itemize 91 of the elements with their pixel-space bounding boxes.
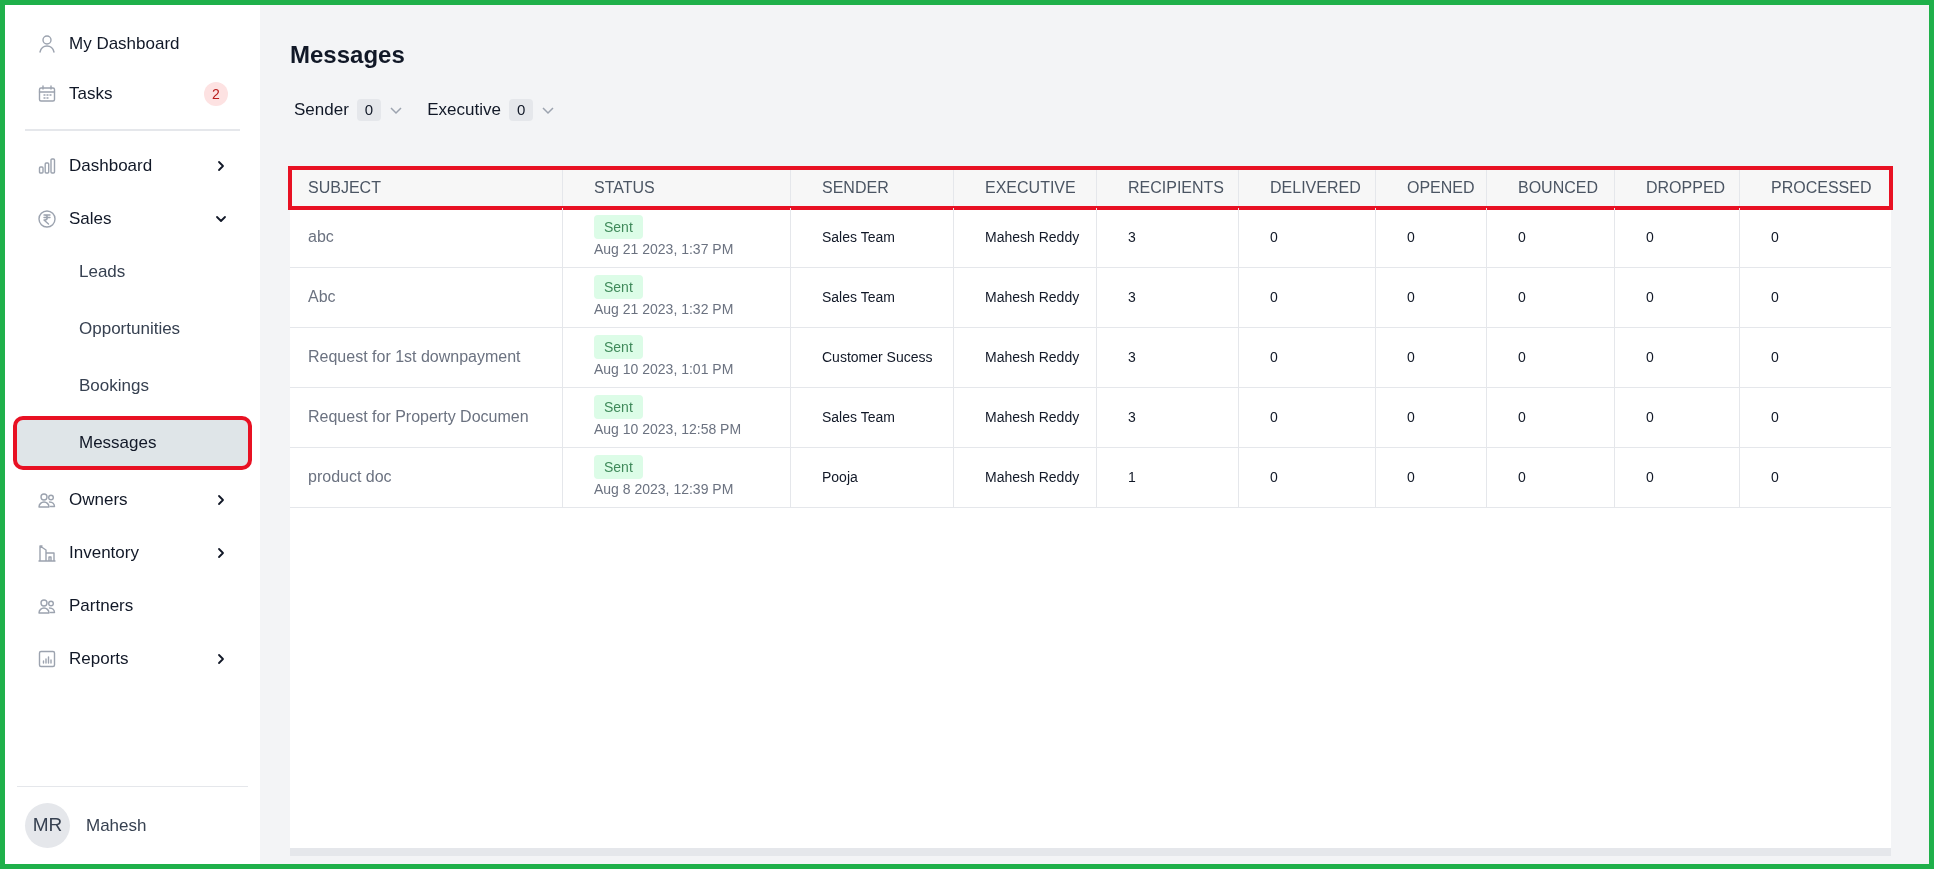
- sent-time: Aug 10 2023, 1:01 PM: [594, 359, 734, 379]
- table-cell-text: 0: [1770, 407, 1780, 427]
- table-cell: 0: [1615, 387, 1740, 447]
- bar-chart-icon: [37, 156, 57, 176]
- column-header: DELIVERED: [1239, 167, 1376, 208]
- table-cell: 3: [1097, 387, 1239, 447]
- column-header: SENDER: [791, 167, 954, 208]
- table-cell: 0: [1239, 207, 1376, 267]
- subject-cell: Abc: [290, 267, 563, 327]
- table-cell: Mahesh Reddy: [954, 267, 1097, 327]
- table-cell: Sales Team: [791, 387, 954, 447]
- table-cell: Mahesh Reddy: [954, 327, 1097, 387]
- sidebar-item[interactable]: Reports: [25, 640, 240, 678]
- table-cell: 3: [1097, 267, 1239, 327]
- sidebar-item[interactable]: Dashboard: [25, 147, 240, 185]
- column-header: EXECUTIVE: [954, 167, 1097, 208]
- table-cell: 0: [1615, 447, 1740, 507]
- column-header: OPENED: [1376, 167, 1487, 208]
- table-cell: 0: [1615, 267, 1740, 327]
- table-cell: Customer Sucess: [791, 327, 954, 387]
- table-cell: Mahesh Reddy: [954, 387, 1097, 447]
- table-cell: Sales Team: [791, 207, 954, 267]
- table-cell: 0: [1487, 387, 1615, 447]
- table-cell: 0: [1615, 327, 1740, 387]
- table-cell: 0: [1376, 447, 1487, 507]
- count-badge: 2: [204, 82, 228, 106]
- table-cell: 0: [1376, 267, 1487, 327]
- table-cell: 0: [1239, 327, 1376, 387]
- table-cell: 3: [1097, 207, 1239, 267]
- subject-cell: product doc: [290, 447, 563, 507]
- column-header: PROCESSED: [1770, 177, 1873, 198]
- sent-time: Aug 21 2023, 1:32 PM: [594, 299, 734, 319]
- sent-time: Aug 8 2023, 12:39 PM: [594, 479, 734, 499]
- column-header: DROPPED: [1615, 167, 1740, 208]
- column-header: BOUNCED: [1487, 167, 1615, 208]
- filter-dropdown[interactable]: Sender 0: [294, 97, 404, 123]
- sent-time: Aug 10 2023, 12:58 PM: [594, 419, 742, 439]
- table-cell: Mahesh Reddy: [954, 447, 1097, 507]
- sidebar-subitem[interactable]: Opportunities: [17, 306, 248, 352]
- table-cell: 3: [1097, 327, 1239, 387]
- table-cell: 0: [1239, 447, 1376, 507]
- page-title: Messages: [290, 40, 406, 70]
- table-cell: 0: [1239, 267, 1376, 327]
- table-cell-text: 0: [1770, 227, 1780, 247]
- table-cell: 0: [1376, 207, 1487, 267]
- status-badge: Sent: [594, 274, 643, 299]
- column-header: RECIPIENTS: [1097, 167, 1239, 208]
- filter-dropdown[interactable]: Executive 0: [427, 97, 556, 123]
- sidebar-item[interactable]: Owners: [25, 481, 240, 519]
- table-cell: Sales Team: [791, 267, 954, 327]
- people-icon: [37, 596, 57, 616]
- subject-cell: abc: [290, 207, 563, 267]
- table-cell-text: 0: [1770, 347, 1780, 367]
- table-cell: Pooja: [791, 447, 954, 507]
- user-avatar[interactable]: MR: [25, 803, 70, 848]
- sidebar-item[interactable]: Tasks 2: [25, 75, 240, 113]
- user-name: Mahesh: [86, 814, 147, 837]
- table-cell: 0: [1615, 207, 1740, 267]
- person-icon: [37, 34, 57, 54]
- subject-cell: Request for 1st downpayment: [290, 327, 563, 387]
- table-cell: 0: [1376, 327, 1487, 387]
- column-header: STATUS: [563, 167, 791, 208]
- sidebar-item[interactable]: Inventory: [25, 534, 240, 572]
- sidebar-subitem[interactable]: Bookings: [17, 363, 248, 409]
- sidebar-item[interactable]: Sales: [25, 200, 240, 238]
- table-cell: 1: [1097, 447, 1239, 507]
- table-cell: 0: [1376, 387, 1487, 447]
- calendar-icon: [37, 84, 57, 104]
- status-badge: Sent: [594, 214, 643, 239]
- table-cell: Mahesh Reddy: [954, 207, 1097, 267]
- report-chart-icon: [37, 649, 57, 669]
- table-cell: 0: [1487, 267, 1615, 327]
- status-badge: Sent: [594, 394, 643, 419]
- table-cell: 0: [1487, 447, 1615, 507]
- sidebar-subitem[interactable]: Leads: [17, 249, 248, 295]
- horizontal-scrollbar[interactable]: [290, 848, 1891, 856]
- sent-time: Aug 21 2023, 1:37 PM: [594, 239, 734, 259]
- status-badge: Sent: [594, 454, 643, 479]
- column-header: SUBJECT: [290, 167, 563, 208]
- table-cell: 0: [1239, 387, 1376, 447]
- building-icon: [37, 543, 57, 563]
- table-cell: 0: [1487, 207, 1615, 267]
- sidebar-item[interactable]: Partners: [25, 587, 240, 625]
- table-cell-text: 0: [1770, 467, 1780, 487]
- sidebar-item[interactable]: My Dashboard: [25, 25, 240, 63]
- table-cell: 0: [1487, 327, 1615, 387]
- people-icon: [37, 490, 57, 510]
- rupee-icon: [37, 209, 57, 229]
- status-badge: Sent: [594, 334, 643, 359]
- subject-cell: Request for Property Documen: [290, 387, 563, 447]
- table-cell-text: 0: [1770, 287, 1780, 307]
